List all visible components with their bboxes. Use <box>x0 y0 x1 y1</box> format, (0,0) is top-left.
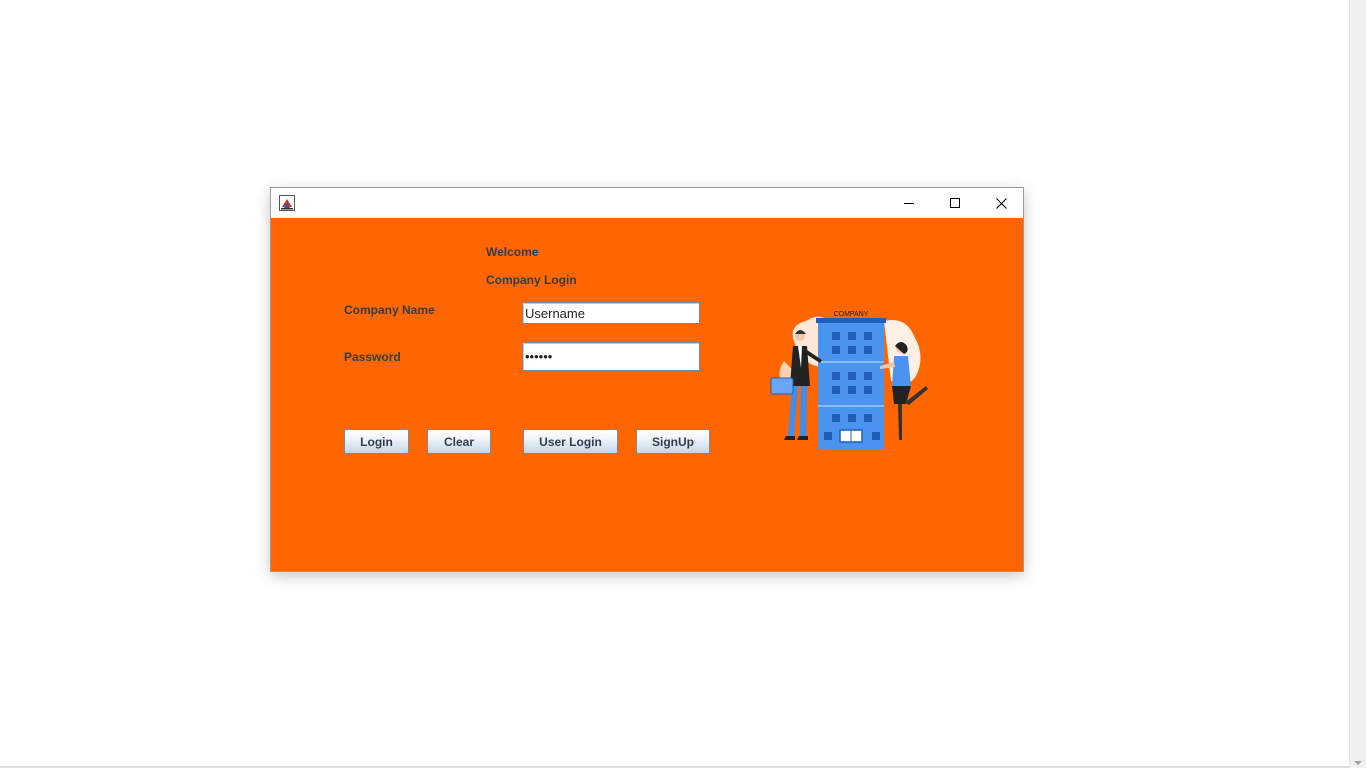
company-sign-text: COMPANY <box>834 311 869 318</box>
close-icon <box>995 197 1007 209</box>
password-label: Password <box>344 350 401 364</box>
maximize-icon <box>950 198 960 208</box>
company-name-label: Company Name <box>344 303 435 317</box>
minimize-icon <box>904 203 914 204</box>
user-login-button[interactable]: User Login <box>523 429 618 454</box>
signup-button[interactable]: SignUp <box>636 429 710 454</box>
company-login-heading: Company Login <box>486 273 577 287</box>
welcome-label: Welcome <box>486 245 539 259</box>
login-window: Welcome Company Login Company Name Passw… <box>270 187 1024 572</box>
java-app-icon <box>279 195 295 211</box>
login-button[interactable]: Login <box>344 429 409 454</box>
clear-button[interactable]: Clear <box>427 429 491 454</box>
login-panel: Welcome Company Login Company Name Passw… <box>271 218 1023 571</box>
desktop: Welcome Company Login Company Name Passw… <box>0 0 1366 768</box>
password-input[interactable] <box>522 342 700 371</box>
vertical-scrollbar[interactable] <box>1349 0 1366 768</box>
company-building-illustration: COMPANY <box>770 311 928 449</box>
title-bar[interactable] <box>271 188 1023 218</box>
maximize-button[interactable] <box>932 188 978 218</box>
close-button[interactable] <box>978 188 1024 218</box>
company-name-input[interactable] <box>522 302 700 324</box>
scroll-down-arrow-icon[interactable] <box>1354 761 1362 765</box>
minimize-button[interactable] <box>886 188 932 218</box>
